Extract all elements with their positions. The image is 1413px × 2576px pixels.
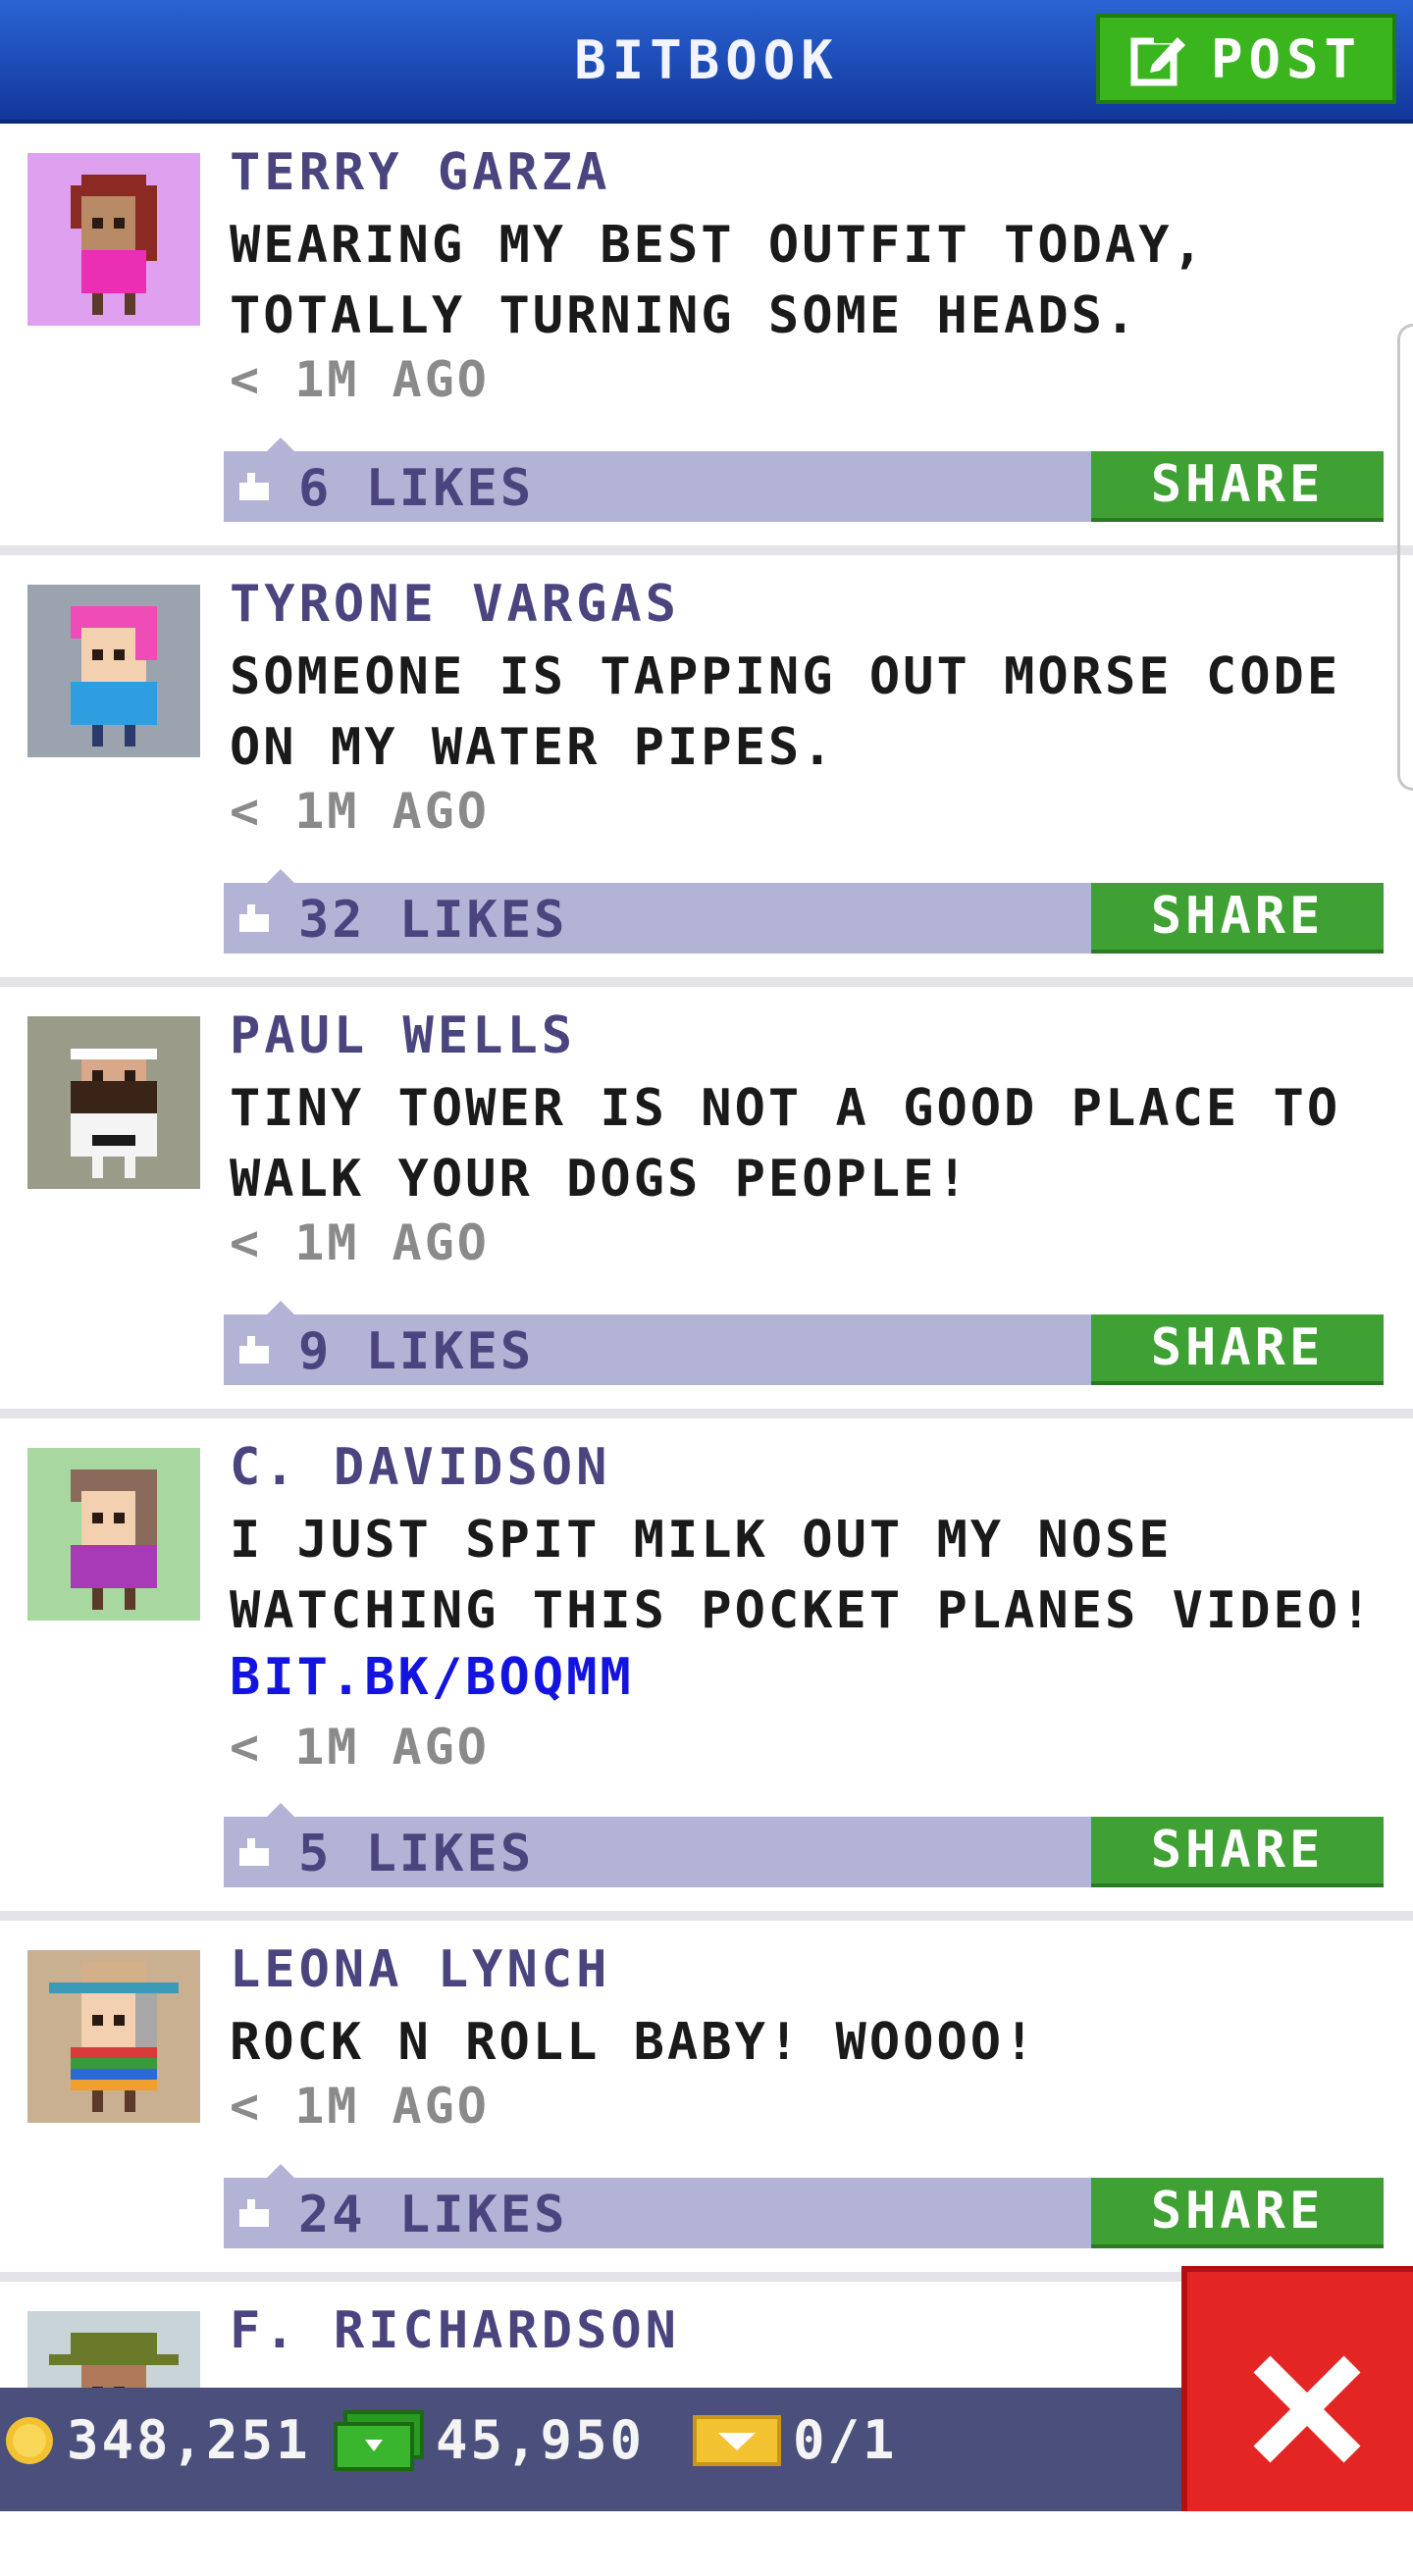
post-time: < 1M AGO: [230, 1719, 490, 1776]
ticket-count: 0/1: [793, 2409, 898, 2471]
post-author[interactable]: C. DAVIDSON: [230, 1438, 610, 1497]
app-header: BITBOOK POST: [0, 0, 1413, 124]
like-bar: 5 LIKES SHARE: [224, 1803, 1384, 1887]
post-time: < 1M AGO: [230, 783, 490, 840]
tickets-stat: 0/1: [693, 2409, 898, 2471]
avatar[interactable]: [27, 1016, 200, 1189]
post-author[interactable]: LEONA LYNCH: [230, 1940, 610, 1999]
like-count: 32 LIKES: [298, 891, 568, 950]
post-link[interactable]: BIT.BK/BOQMM: [230, 1648, 634, 1707]
ticket-icon: [693, 2414, 781, 2466]
share-button[interactable]: SHARE: [1091, 451, 1384, 522]
avatar[interactable]: [27, 1950, 200, 2123]
post-time: < 1M AGO: [230, 351, 490, 408]
like-bar: 32 LIKES SHARE: [224, 869, 1384, 953]
post-time: < 1M AGO: [230, 1214, 490, 1271]
post-button[interactable]: POST: [1096, 14, 1396, 104]
post-item: LEONA LYNCH ROCK N ROLL BABY! WOOOO! < 1…: [0, 1921, 1413, 2282]
like-icon[interactable]: [237, 2197, 271, 2229]
post-item: PAUL WELLS TINY TOWER IS NOT A GOOD PLAC…: [0, 987, 1413, 1418]
like-count: 9 LIKES: [298, 1322, 535, 1381]
bux-icon: [334, 2409, 424, 2471]
like-icon[interactable]: [237, 902, 271, 934]
share-button[interactable]: SHARE: [1091, 1314, 1384, 1385]
bux-stat: 45,950: [334, 2409, 645, 2471]
share-button[interactable]: SHARE: [1091, 883, 1384, 953]
post-button-label: POST: [1210, 27, 1363, 90]
like-bar: 9 LIKES SHARE: [224, 1301, 1384, 1385]
post-text: WEARING MY BEST OUTFIT TODAY, TOTALLY TU…: [230, 216, 1206, 345]
compose-icon: [1130, 33, 1185, 86]
like-icon[interactable]: [237, 471, 271, 502]
post-text: I JUST SPIT MILK OUT MY NOSE WATCHING TH…: [230, 1511, 1375, 1640]
coin-count: 348,251: [67, 2409, 311, 2471]
like-count: 5 LIKES: [298, 1825, 535, 1883]
close-icon: [1253, 2355, 1361, 2463]
coin-icon: [6, 2416, 53, 2464]
post-author[interactable]: F. RICHARDSON: [230, 2301, 680, 2360]
post-text: TINY TOWER IS NOT A GOOD PLACE TO WALK Y…: [230, 1079, 1341, 1209]
feed-list[interactable]: TERRY GARZA WEARING MY BEST OUTFIT TODAY…: [0, 124, 1413, 2576]
post-author[interactable]: TYRONE VARGAS: [230, 575, 680, 634]
like-icon[interactable]: [237, 1334, 271, 1365]
share-button[interactable]: SHARE: [1091, 2178, 1384, 2248]
like-count: 24 LIKES: [298, 2186, 568, 2244]
post-author[interactable]: PAUL WELLS: [230, 1006, 576, 1065]
post-time: < 1M AGO: [230, 2078, 490, 2135]
avatar[interactable]: [27, 153, 200, 326]
post-author[interactable]: TERRY GARZA: [230, 143, 610, 202]
bux-count: 45,950: [436, 2409, 646, 2471]
post-text: SOMEONE IS TAPPING OUT MORSE CODE ON MY …: [230, 647, 1341, 777]
post-item: TYRONE VARGAS SOMEONE IS TAPPING OUT MOR…: [0, 555, 1413, 987]
share-button[interactable]: SHARE: [1091, 1817, 1384, 1887]
avatar[interactable]: [27, 585, 200, 757]
like-count: 6 LIKES: [298, 459, 535, 518]
coins-stat: 348,251: [4, 2409, 311, 2471]
like-bar: 24 LIKES SHARE: [224, 2164, 1384, 2248]
scroll-indicator[interactable]: [1397, 324, 1413, 791]
post-text: ROCK N ROLL BABY! WOOOO!: [230, 2013, 1038, 2072]
avatar[interactable]: [27, 1448, 200, 1621]
like-bar: 6 LIKES SHARE: [224, 438, 1384, 522]
close-button[interactable]: [1181, 2266, 1413, 2511]
post-item: C. DAVIDSON I JUST SPIT MILK OUT MY NOSE…: [0, 1418, 1413, 1921]
post-item: TERRY GARZA WEARING MY BEST OUTFIT TODAY…: [0, 124, 1413, 555]
like-icon[interactable]: [237, 1836, 271, 1868]
